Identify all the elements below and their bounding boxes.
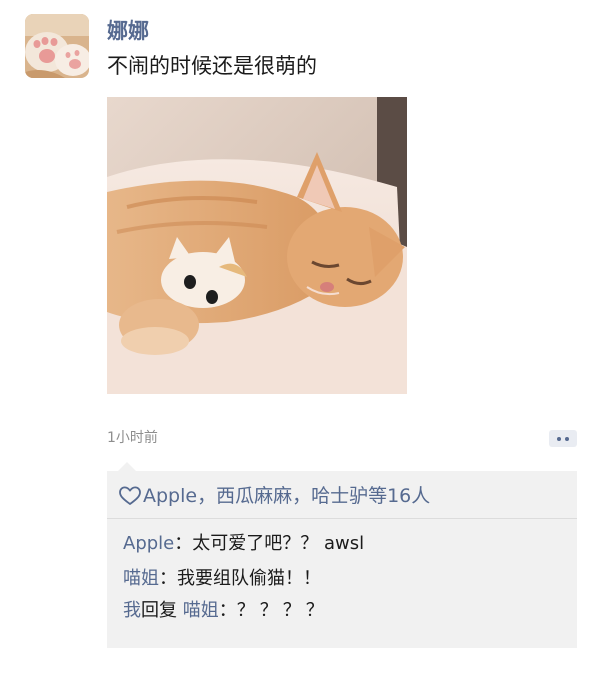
comment-author[interactable]: 我	[123, 600, 141, 621]
comment-author[interactable]: Apple	[123, 533, 174, 554]
likes-names[interactable]: Apple，西瓜麻麻，哈士驴等16人	[143, 483, 430, 509]
comment-item[interactable]: 我回复 喵姐：？？？？	[123, 598, 329, 624]
comment-item[interactable]: Apple：太可爱了吧？？ awsl	[123, 531, 364, 557]
comment-separator: ：	[218, 600, 237, 621]
post-photo[interactable]	[107, 97, 407, 394]
comment-separator: ：	[159, 568, 177, 589]
post-text: 不闹的时候还是很萌的	[107, 54, 317, 78]
comment-text: ？？？？	[236, 600, 329, 621]
post-timestamp: 1小时前	[107, 430, 158, 446]
likes-row: Apple，西瓜麻麻，哈士驴等16人	[119, 483, 430, 509]
more-dots-icon	[557, 437, 561, 441]
comment-item[interactable]: 喵姐：我要组队偷猫！！	[123, 566, 321, 592]
comment-author[interactable]: 喵姐	[123, 568, 159, 589]
heart-outline-icon	[119, 486, 141, 505]
sleeping-cat-photo	[107, 97, 407, 394]
divider	[107, 518, 577, 519]
comment-text: 太可爱了吧？？ awsl	[192, 533, 365, 554]
more-actions-button[interactable]	[549, 430, 577, 447]
more-dots-icon	[565, 437, 569, 441]
cat-paw-avatar-image	[25, 14, 89, 78]
comment-text: 我要组队偷猫！！	[177, 568, 321, 589]
comment-separator: ：	[174, 533, 193, 554]
reply-target[interactable]: 喵姐	[183, 600, 219, 621]
reply-action: 回复	[141, 600, 177, 621]
panel-arrow	[118, 462, 136, 471]
username[interactable]: 娜娜	[107, 17, 149, 45]
moments-post: 娜娜 不闹的时候还是很萌的 1小时前 Apple，西瓜麻麻，哈士驴等16人 Ap…	[0, 0, 600, 691]
avatar[interactable]	[25, 14, 89, 78]
interaction-panel: Apple，西瓜麻麻，哈士驴等16人 Apple：太可爱了吧？？ awsl 喵姐…	[107, 471, 577, 648]
